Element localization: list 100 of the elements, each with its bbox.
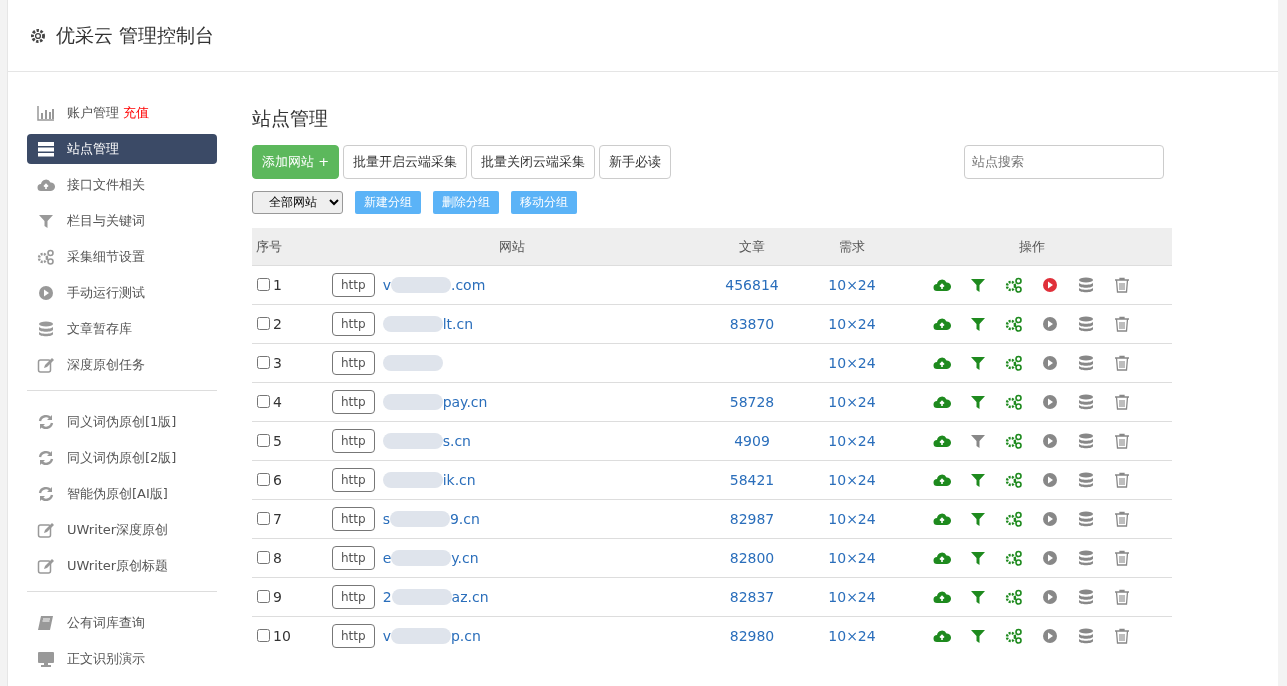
trash-icon[interactable] xyxy=(1113,316,1131,332)
article-count[interactable]: 82800 xyxy=(729,549,775,566)
database-icon[interactable] xyxy=(1077,628,1095,645)
site-link[interactable]: y.cn xyxy=(451,547,479,569)
trash-icon[interactable] xyxy=(1113,394,1131,410)
database-icon[interactable] xyxy=(1077,316,1095,332)
sidebar-item[interactable]: 公有词库查询 xyxy=(27,608,217,638)
sidebar-item[interactable]: UWriter深度原创 xyxy=(27,515,217,545)
trash-icon[interactable] xyxy=(1113,355,1131,371)
gears-icon[interactable] xyxy=(1005,511,1023,527)
cloud-upload-icon[interactable] xyxy=(933,433,951,449)
sidebar-item[interactable]: UWriter原创标题 xyxy=(27,551,217,581)
site-link[interactable]: 2 xyxy=(382,586,392,608)
article-count[interactable]: 58421 xyxy=(729,471,775,488)
trash-icon[interactable] xyxy=(1113,277,1131,293)
play-icon[interactable] xyxy=(1041,628,1059,645)
filter-icon[interactable] xyxy=(969,394,987,410)
sidebar-item[interactable]: 同义词伪原创[1版] xyxy=(27,407,217,437)
filter-icon[interactable] xyxy=(969,511,987,527)
trash-icon[interactable] xyxy=(1113,550,1131,566)
row-checkbox[interactable] xyxy=(257,316,270,330)
play-icon[interactable] xyxy=(1041,589,1059,605)
site-link[interactable]: p.cn xyxy=(450,625,481,647)
site-link[interactable]: v xyxy=(382,274,391,296)
sidebar-item[interactable]: 深度原创任务 xyxy=(27,350,217,380)
trash-icon[interactable] xyxy=(1113,589,1131,605)
cloud-upload-icon[interactable] xyxy=(933,472,951,488)
cloud-upload-icon[interactable] xyxy=(933,277,951,293)
gears-icon[interactable] xyxy=(1005,628,1023,645)
play-icon[interactable] xyxy=(1041,316,1059,332)
toolbar-button[interactable]: 新手必读 xyxy=(599,144,672,179)
cloud-upload-icon[interactable] xyxy=(933,355,951,371)
sidebar-item[interactable]: 栏目与关键词 xyxy=(27,206,217,236)
play-icon[interactable] xyxy=(1041,277,1059,293)
trash-icon[interactable] xyxy=(1113,472,1131,488)
toolbar-button[interactable]: 批量开启云端采集 xyxy=(343,144,468,179)
gears-icon[interactable] xyxy=(1005,316,1023,332)
play-icon[interactable] xyxy=(1041,433,1059,449)
sidebar-item[interactable]: 智能伪原创[AI版] xyxy=(27,479,217,509)
cloud-upload-icon[interactable] xyxy=(933,511,951,527)
gears-icon[interactable] xyxy=(1005,550,1023,566)
recharge-link[interactable]: 充值 xyxy=(123,103,149,123)
play-icon[interactable] xyxy=(1041,511,1059,527)
site-link[interactable]: pay.cn xyxy=(442,391,488,413)
cloud-upload-icon[interactable] xyxy=(933,589,951,605)
sidebar-item[interactable]: 手动运行测试 xyxy=(27,278,217,308)
row-checkbox[interactable] xyxy=(257,355,270,369)
row-checkbox[interactable] xyxy=(257,550,270,564)
trash-icon[interactable] xyxy=(1113,511,1131,527)
sidebar-item[interactable]: 同义词伪原创[2版] xyxy=(27,443,217,473)
article-count[interactable]: 82837 xyxy=(729,588,775,605)
article-count[interactable]: 4909 xyxy=(734,432,770,449)
row-checkbox[interactable] xyxy=(257,472,270,486)
filter-icon[interactable] xyxy=(969,433,987,449)
gears-icon[interactable] xyxy=(1005,589,1023,605)
filter-icon[interactable] xyxy=(969,316,987,332)
group-select[interactable]: 全部网站 xyxy=(252,190,343,214)
sidebar-item[interactable]: 采集细节设置 xyxy=(27,242,217,272)
article-count[interactable]: 82980 xyxy=(729,627,775,644)
trash-icon[interactable] xyxy=(1113,628,1131,645)
row-checkbox[interactable] xyxy=(257,511,270,525)
cloud-upload-icon[interactable] xyxy=(933,394,951,410)
cloud-upload-icon[interactable] xyxy=(933,316,951,332)
site-link[interactable]: e xyxy=(382,547,392,569)
site-link[interactable]: .com xyxy=(450,274,486,296)
article-count[interactable]: 456814 xyxy=(725,276,779,293)
gears-icon[interactable] xyxy=(1005,472,1023,488)
database-icon[interactable] xyxy=(1077,394,1095,410)
sidebar-item[interactable]: 站点管理 xyxy=(27,134,217,164)
database-icon[interactable] xyxy=(1077,511,1095,527)
row-checkbox[interactable] xyxy=(257,433,270,447)
gears-icon[interactable] xyxy=(1005,277,1023,293)
site-link[interactable]: az.cn xyxy=(451,586,489,608)
database-icon[interactable] xyxy=(1077,433,1095,449)
database-icon[interactable] xyxy=(1077,355,1095,371)
site-link[interactable]: ik.cn xyxy=(442,469,476,491)
database-icon[interactable] xyxy=(1077,472,1095,488)
cloud-upload-icon[interactable] xyxy=(933,550,951,566)
filter-icon[interactable] xyxy=(969,472,987,488)
row-checkbox[interactable] xyxy=(257,277,270,291)
search-field[interactable]: 站点搜索 xyxy=(964,144,1164,179)
play-icon[interactable] xyxy=(1041,394,1059,410)
article-count[interactable]: 58728 xyxy=(729,393,775,410)
row-checkbox[interactable] xyxy=(257,589,270,603)
row-checkbox[interactable] xyxy=(257,394,270,408)
gears-icon[interactable] xyxy=(1005,394,1023,410)
sidebar-item[interactable]: 接口文件相关 xyxy=(27,170,217,200)
database-icon[interactable] xyxy=(1077,277,1095,293)
play-icon[interactable] xyxy=(1041,472,1059,488)
database-icon[interactable] xyxy=(1077,589,1095,605)
play-icon[interactable] xyxy=(1041,550,1059,566)
site-link[interactable]: s xyxy=(382,508,390,530)
trash-icon[interactable] xyxy=(1113,433,1131,449)
site-link[interactable]: s.cn xyxy=(442,430,471,452)
play-icon[interactable] xyxy=(1041,355,1059,371)
filter-icon[interactable] xyxy=(969,589,987,605)
article-count[interactable]: 82987 xyxy=(729,510,775,527)
cloud-upload-icon[interactable] xyxy=(933,628,951,645)
filter-icon[interactable] xyxy=(969,628,987,645)
filter-icon[interactable] xyxy=(969,550,987,566)
